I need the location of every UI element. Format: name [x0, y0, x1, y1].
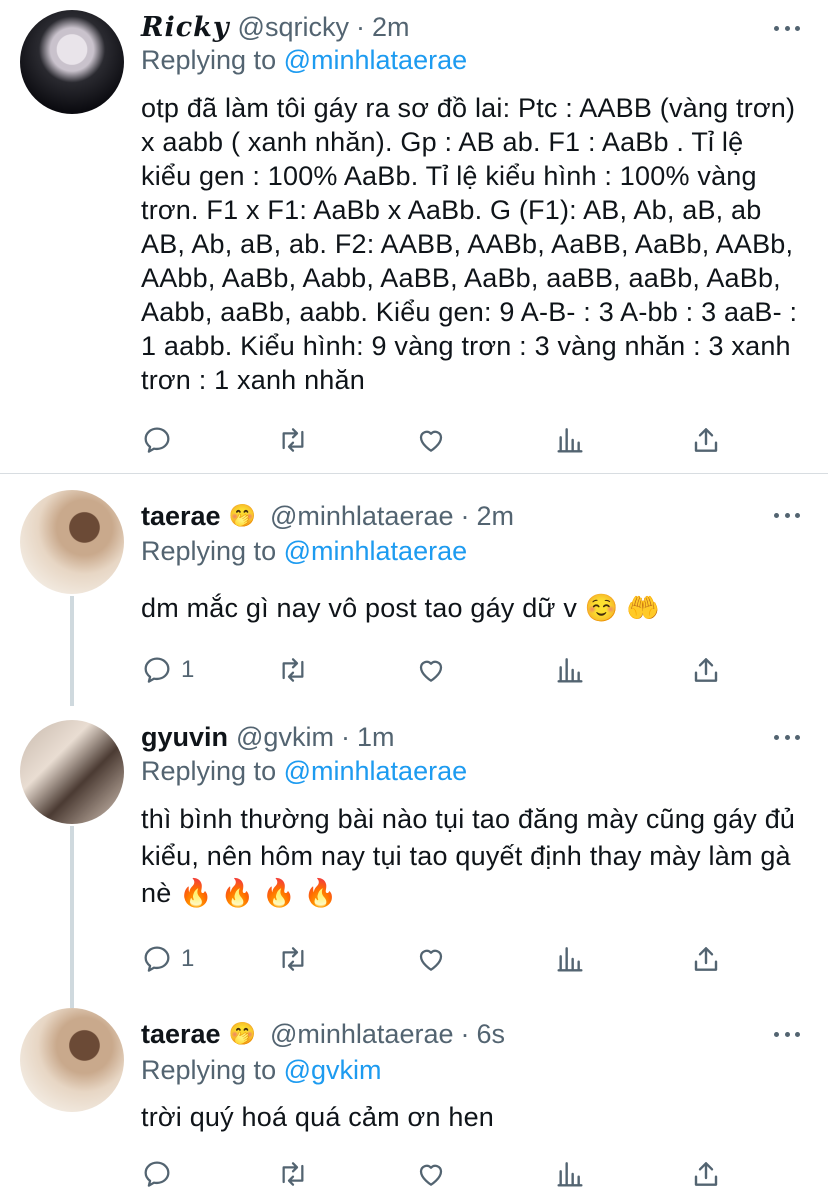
user-handle[interactable]: @gvkim	[236, 722, 334, 753]
retweet-icon	[282, 1162, 304, 1186]
tweet-text: dm mắc gì nay vô post tao gáy dữ v ☺️ 🤲	[141, 593, 661, 623]
replying-to: Replying to @gvkim	[141, 1055, 382, 1086]
separator-dot: ·	[460, 500, 470, 531]
replying-prefix: Replying to	[141, 536, 277, 566]
analytics-button[interactable]	[554, 1156, 586, 1192]
avatar[interactable]	[20, 1008, 124, 1112]
more-icon[interactable]	[774, 510, 800, 520]
display-name[interactable]: taerae	[141, 501, 221, 532]
tweet-text: trời quý hoá quá cảm ơn hen	[141, 1102, 495, 1132]
reply-button[interactable]: 1	[141, 652, 194, 688]
share-icon	[694, 947, 718, 971]
share-button[interactable]	[690, 941, 722, 977]
reply-button[interactable]: 1	[141, 941, 194, 977]
avatar[interactable]	[20, 720, 124, 824]
reply-icon	[144, 427, 170, 453]
tweet-actions	[141, 1156, 741, 1192]
reply-icon	[144, 657, 170, 683]
mention-link[interactable]: @minhlataerae	[284, 536, 468, 566]
share-icon	[694, 658, 718, 682]
analytics-button[interactable]	[554, 652, 586, 688]
like-button[interactable]	[415, 1156, 447, 1192]
analytics-button[interactable]	[554, 941, 586, 977]
tweet-text: thì bình thường bài nào tụi tao đăng mày…	[141, 804, 796, 908]
tweet[interactable]: taerae 🤭 @minhlataerae · 6s Replying to …	[0, 1005, 828, 1201]
heart-icon	[419, 430, 443, 452]
separator-dot: ·	[355, 11, 365, 42]
display-name[interactable]: Ricky	[141, 12, 230, 43]
name-emoji: 🤭	[228, 1021, 256, 1046]
retweet-button[interactable]	[277, 1156, 309, 1192]
analytics-icon	[557, 1162, 583, 1187]
tweet[interactable]: taerae 🤭 @minhlataerae · 2m Replying to …	[0, 474, 828, 704]
retweet-button[interactable]	[277, 422, 309, 458]
retweet-icon	[282, 428, 304, 452]
share-icon	[694, 1162, 718, 1186]
mention-link[interactable]: @minhlataerae	[284, 45, 468, 75]
analytics-icon	[557, 658, 583, 683]
tweet-header: taerae 🤭 @minhlataerae · 6s	[141, 1016, 505, 1052]
analytics-button[interactable]	[554, 422, 586, 458]
heart-icon	[419, 660, 443, 682]
share-button[interactable]	[690, 652, 722, 688]
user-handle[interactable]: @minhlataerae	[270, 501, 454, 532]
more-icon[interactable]	[774, 1029, 800, 1039]
avatar[interactable]	[20, 10, 124, 114]
timestamp[interactable]: 2m	[477, 501, 515, 532]
more-icon[interactable]	[774, 732, 800, 742]
replying-to: Replying to @minhlataerae	[141, 45, 467, 76]
tweet-header: Ricky @sqricky · 2m	[141, 9, 409, 45]
replying-prefix: Replying to	[141, 45, 277, 75]
tweet[interactable]: Ricky @sqricky · 2m Replying to @minhlat…	[0, 0, 828, 473]
retweet-icon	[282, 947, 304, 971]
timestamp[interactable]: 6s	[477, 1019, 506, 1050]
avatar[interactable]	[20, 490, 124, 594]
user-handle[interactable]: @sqricky	[238, 12, 349, 43]
heart-icon	[419, 1164, 443, 1186]
retweet-icon	[282, 658, 304, 682]
tweet-text: otp đã làm tôi gáy ra sơ đồ lai: Ptc : A…	[141, 93, 798, 395]
analytics-icon	[557, 947, 583, 972]
replying-to: Replying to @minhlataerae	[141, 536, 467, 567]
mention-link[interactable]: @minhlataerae	[284, 756, 468, 786]
tweet-actions: 1	[141, 652, 741, 688]
like-button[interactable]	[415, 652, 447, 688]
mention-link[interactable]: @gvkim	[284, 1055, 382, 1085]
user-handle[interactable]: @minhlataerae	[270, 1019, 454, 1050]
reply-count: 1	[181, 656, 195, 683]
timestamp[interactable]: 2m	[372, 12, 410, 43]
tweet[interactable]: gyuvin @gvkim · 1m Replying to @minhlata…	[0, 705, 828, 1005]
reply-icon	[144, 1161, 170, 1187]
replying-to: Replying to @minhlataerae	[141, 756, 467, 787]
tweet-header: taerae 🤭 @minhlataerae · 2m	[141, 498, 514, 534]
display-name[interactable]: gyuvin	[141, 722, 228, 753]
reply-icon	[144, 946, 170, 972]
retweet-button[interactable]	[277, 652, 309, 688]
timestamp[interactable]: 1m	[357, 722, 395, 753]
replying-prefix: Replying to	[141, 1055, 277, 1085]
share-button[interactable]	[690, 1156, 722, 1192]
more-icon[interactable]	[774, 23, 800, 33]
tweet-header: gyuvin @gvkim · 1m	[141, 719, 394, 755]
separator-dot: ·	[460, 1018, 470, 1049]
reply-count: 1	[181, 945, 195, 972]
tweet-actions	[141, 422, 741, 458]
analytics-icon	[557, 428, 583, 453]
reply-button[interactable]	[141, 422, 181, 458]
reply-button[interactable]	[141, 1156, 181, 1192]
separator-dot: ·	[340, 721, 350, 752]
heart-icon	[419, 949, 443, 971]
name-emoji: 🤭	[228, 503, 256, 528]
like-button[interactable]	[415, 422, 447, 458]
retweet-button[interactable]	[277, 941, 309, 977]
share-button[interactable]	[690, 422, 722, 458]
like-button[interactable]	[415, 941, 447, 977]
replying-prefix: Replying to	[141, 756, 277, 786]
share-icon	[694, 428, 718, 452]
display-name[interactable]: taerae	[141, 1019, 221, 1050]
tweet-actions: 1	[141, 941, 741, 977]
